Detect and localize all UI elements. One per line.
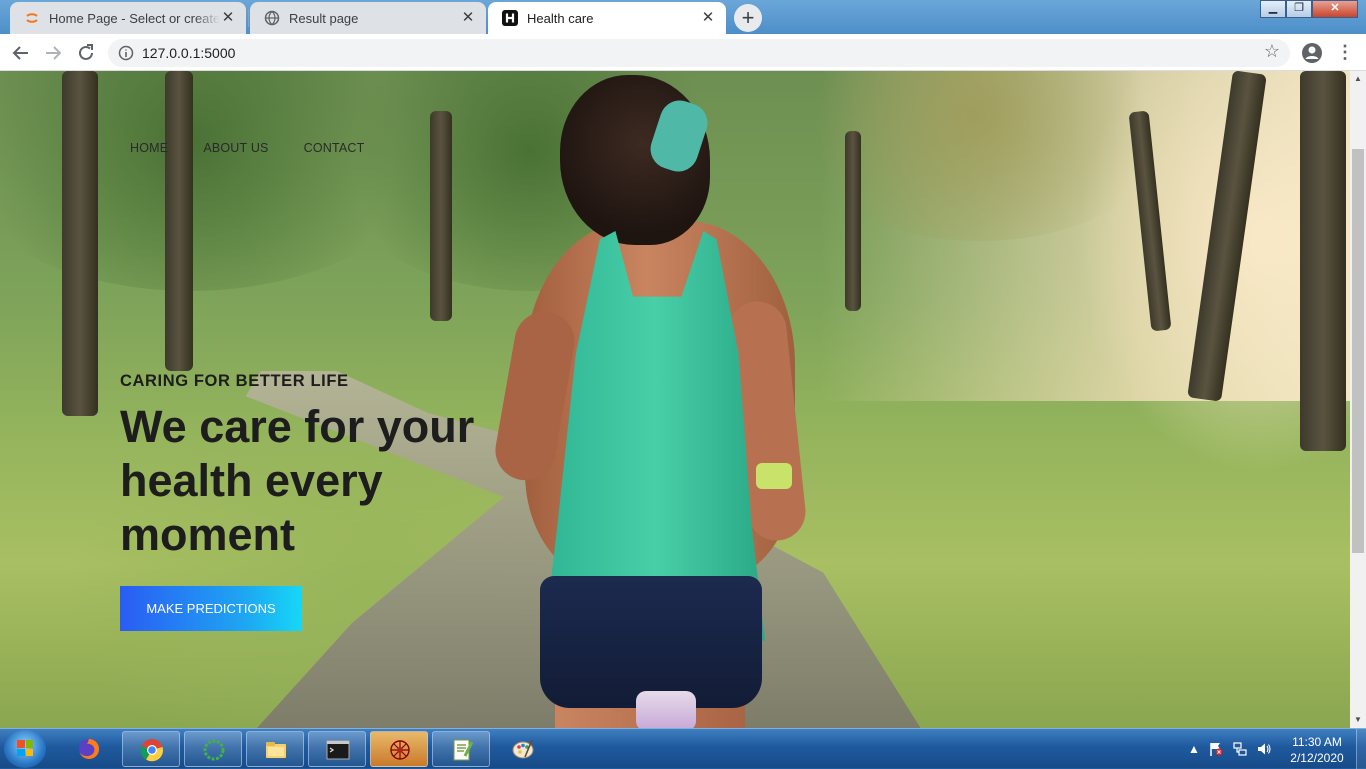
- forward-arrow-icon[interactable]: [40, 40, 66, 66]
- command-prompt-icon: [326, 740, 350, 760]
- hero-headline: We care for your health every moment: [120, 401, 475, 560]
- reload-icon[interactable]: [73, 40, 99, 66]
- tab-title: Result page: [289, 10, 359, 26]
- network-icon[interactable]: [1232, 741, 1248, 757]
- tab-title: Health care: [527, 10, 594, 26]
- address-bar[interactable]: 127.0.0.1:5000 ☆: [108, 39, 1290, 67]
- back-arrow-icon[interactable]: [8, 40, 34, 66]
- clock-date: 2/12/2020: [1290, 751, 1344, 765]
- tab-result-page[interactable]: Result page ✕: [250, 2, 486, 34]
- tab-health-care[interactable]: Health care ✕: [488, 2, 726, 34]
- show-desktop-button[interactable]: [1356, 729, 1366, 769]
- make-predictions-button[interactable]: MAKE PREDICTIONS: [120, 586, 302, 631]
- info-icon[interactable]: [118, 45, 134, 61]
- page-scrollbar[interactable]: ▲ ▼: [1350, 71, 1366, 728]
- tab-home-page[interactable]: Home Page - Select or create a n ✕: [10, 2, 246, 34]
- jupyter-icon: [26, 13, 38, 23]
- tab-title: Home Page - Select or create a n: [49, 10, 220, 26]
- nav-link-contact[interactable]: CONTACT: [304, 141, 365, 155]
- taskbar-file-explorer[interactable]: [246, 731, 304, 767]
- taskbar-firefox[interactable]: [60, 731, 118, 767]
- close-tab-icon[interactable]: ✕: [220, 10, 236, 26]
- profile-avatar-icon[interactable]: [1300, 41, 1324, 65]
- windows-taskbar: ▲ 11:30 AM 2/12/2020: [0, 728, 1366, 769]
- new-tab-button[interactable]: +: [734, 4, 762, 32]
- site-navigation: HOME ABOUT US CONTACT: [130, 141, 399, 155]
- scroll-down-arrow-icon[interactable]: ▼: [1350, 712, 1366, 728]
- browser-menu-icon[interactable]: ⋮: [1336, 40, 1354, 66]
- close-window-button[interactable]: ✕: [1312, 0, 1358, 18]
- action-center-flag-icon[interactable]: [1208, 741, 1224, 757]
- taskbar-paint[interactable]: [494, 731, 552, 767]
- firefox-icon: [79, 738, 100, 759]
- paint-icon: [512, 739, 534, 759]
- notepad-plus-plus-icon: [453, 739, 474, 761]
- show-hidden-icons-arrow-icon[interactable]: ▲: [1186, 741, 1202, 757]
- h-letter-icon: [502, 10, 518, 26]
- hero-tagline: CARING FOR BETTER LIFE: [120, 372, 349, 390]
- taskbar-spider-app[interactable]: [370, 731, 428, 767]
- clock-time: 11:30 AM: [1292, 735, 1342, 749]
- chrome-icon: [140, 739, 164, 762]
- windows-logo-icon: [17, 740, 33, 756]
- maximize-button[interactable]: ❐: [1286, 0, 1312, 18]
- start-button[interactable]: [4, 730, 46, 768]
- anaconda-icon: [203, 739, 225, 761]
- nav-link-about-us[interactable]: ABOUT US: [203, 141, 268, 155]
- page-viewport: HOME ABOUT US CONTACT CARING FOR BETTER …: [0, 71, 1350, 728]
- browser-tab-strip: Home Page - Select or create a n ✕ Resul…: [0, 0, 1366, 34]
- nav-link-home[interactable]: HOME: [130, 141, 168, 155]
- minimize-button[interactable]: ▁: [1260, 0, 1286, 18]
- close-tab-icon[interactable]: ✕: [700, 10, 716, 26]
- system-clock[interactable]: 11:30 AM 2/12/2020: [1282, 734, 1352, 766]
- taskbar-command-prompt[interactable]: [308, 731, 366, 767]
- spider-icon: [390, 740, 410, 760]
- tab-divider: [248, 9, 249, 27]
- taskbar-anaconda[interactable]: [184, 731, 242, 767]
- browser-toolbar: 127.0.0.1:5000 ☆ ⋮: [0, 34, 1366, 71]
- taskbar-chrome[interactable]: [122, 731, 180, 767]
- globe-icon: [264, 10, 280, 26]
- close-tab-icon[interactable]: ✕: [460, 10, 476, 26]
- address-url[interactable]: 127.0.0.1:5000: [142, 45, 235, 61]
- window-controls: ▁ ❐ ✕: [1260, 0, 1358, 18]
- taskbar-notepad-plus-plus[interactable]: [432, 731, 490, 767]
- volume-speaker-icon[interactable]: [1256, 741, 1272, 757]
- bookmark-star-icon[interactable]: ☆: [1264, 41, 1280, 62]
- file-explorer-icon: [266, 742, 286, 758]
- scrollbar-thumb[interactable]: [1352, 149, 1364, 553]
- scroll-up-arrow-icon[interactable]: ▲: [1350, 71, 1366, 87]
